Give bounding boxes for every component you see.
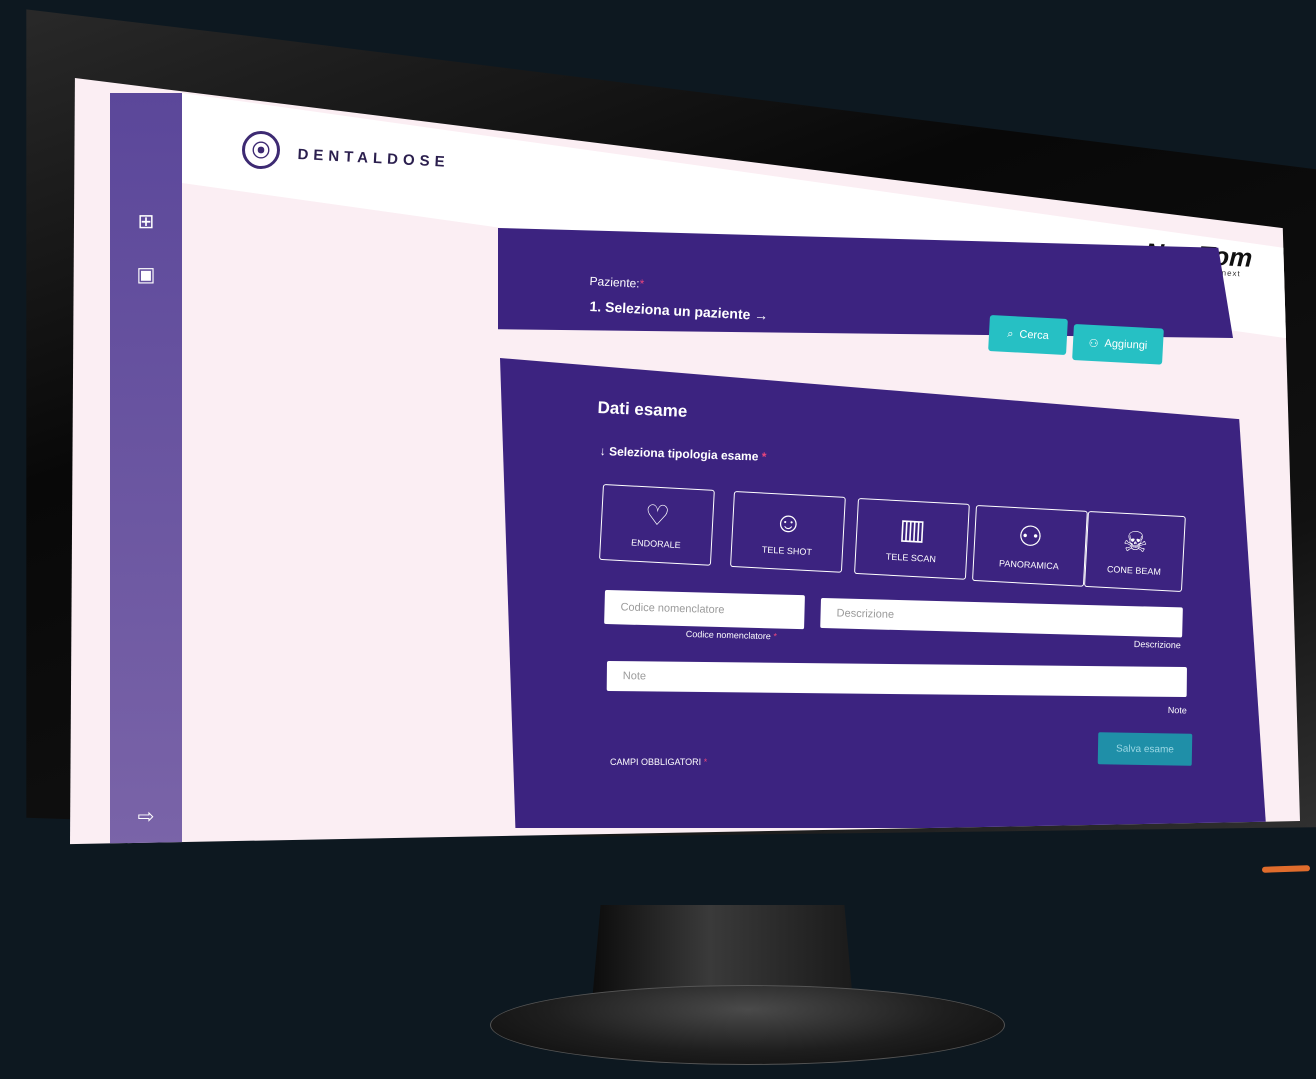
- notes-input[interactable]: Note: [606, 661, 1187, 698]
- users-icon: ⚇: [1088, 337, 1099, 350]
- skull-icon: ☠: [1122, 525, 1149, 559]
- exam-title: Dati esame: [597, 398, 688, 421]
- grid-icon[interactable]: ⊞: [134, 210, 158, 234]
- required-fields-note: CAMPI OBBLIGATORI *: [610, 757, 708, 767]
- notes-label: Note: [1167, 705, 1188, 716]
- required-mark: *: [773, 631, 778, 642]
- required-mark: *: [761, 449, 767, 464]
- required-mark: *: [703, 757, 708, 767]
- exam-type-endorale[interactable]: ♡ ENDORALE: [599, 484, 715, 566]
- save-exam-button[interactable]: Salva esame: [1097, 732, 1193, 766]
- exam-type-panoramica[interactable]: ⚇ PANORAMICA: [972, 505, 1088, 587]
- code-input[interactable]: Codice nomenclatore: [604, 590, 805, 630]
- exam-type-cone-beam[interactable]: ☠ CONE BEAM: [1084, 511, 1186, 593]
- patient-label: Paziente:*: [589, 274, 645, 291]
- power-indicator: [1261, 865, 1311, 873]
- sidebar: ⊞ ▣ ⇨: [110, 93, 182, 845]
- user-card-icon[interactable]: ▣: [134, 263, 158, 287]
- dentaldose-logo-icon: ⦿: [242, 131, 280, 169]
- dental-arch-icon: ⚇: [1017, 520, 1044, 553]
- head-profile-icon: ☺: [773, 506, 804, 539]
- head-scan-icon: ▥: [898, 513, 927, 546]
- required-mark: *: [639, 276, 645, 291]
- search-icon: ⌕: [1006, 327, 1014, 340]
- description-label: Descrizione: [1133, 639, 1182, 651]
- add-patient-button[interactable]: ⚇ Aggiungi: [1072, 324, 1164, 365]
- exam-type-tele-scan[interactable]: ▥ TELE SCAN: [854, 498, 970, 580]
- monitor-stand-base: [490, 985, 1005, 1065]
- tooth-icon: ♡: [644, 499, 671, 532]
- search-button[interactable]: ⌕ Cerca: [988, 315, 1068, 356]
- exam-type-tele-shot[interactable]: ☺ TELE SHOT: [730, 491, 846, 573]
- logout-icon[interactable]: ⇨: [134, 805, 158, 829]
